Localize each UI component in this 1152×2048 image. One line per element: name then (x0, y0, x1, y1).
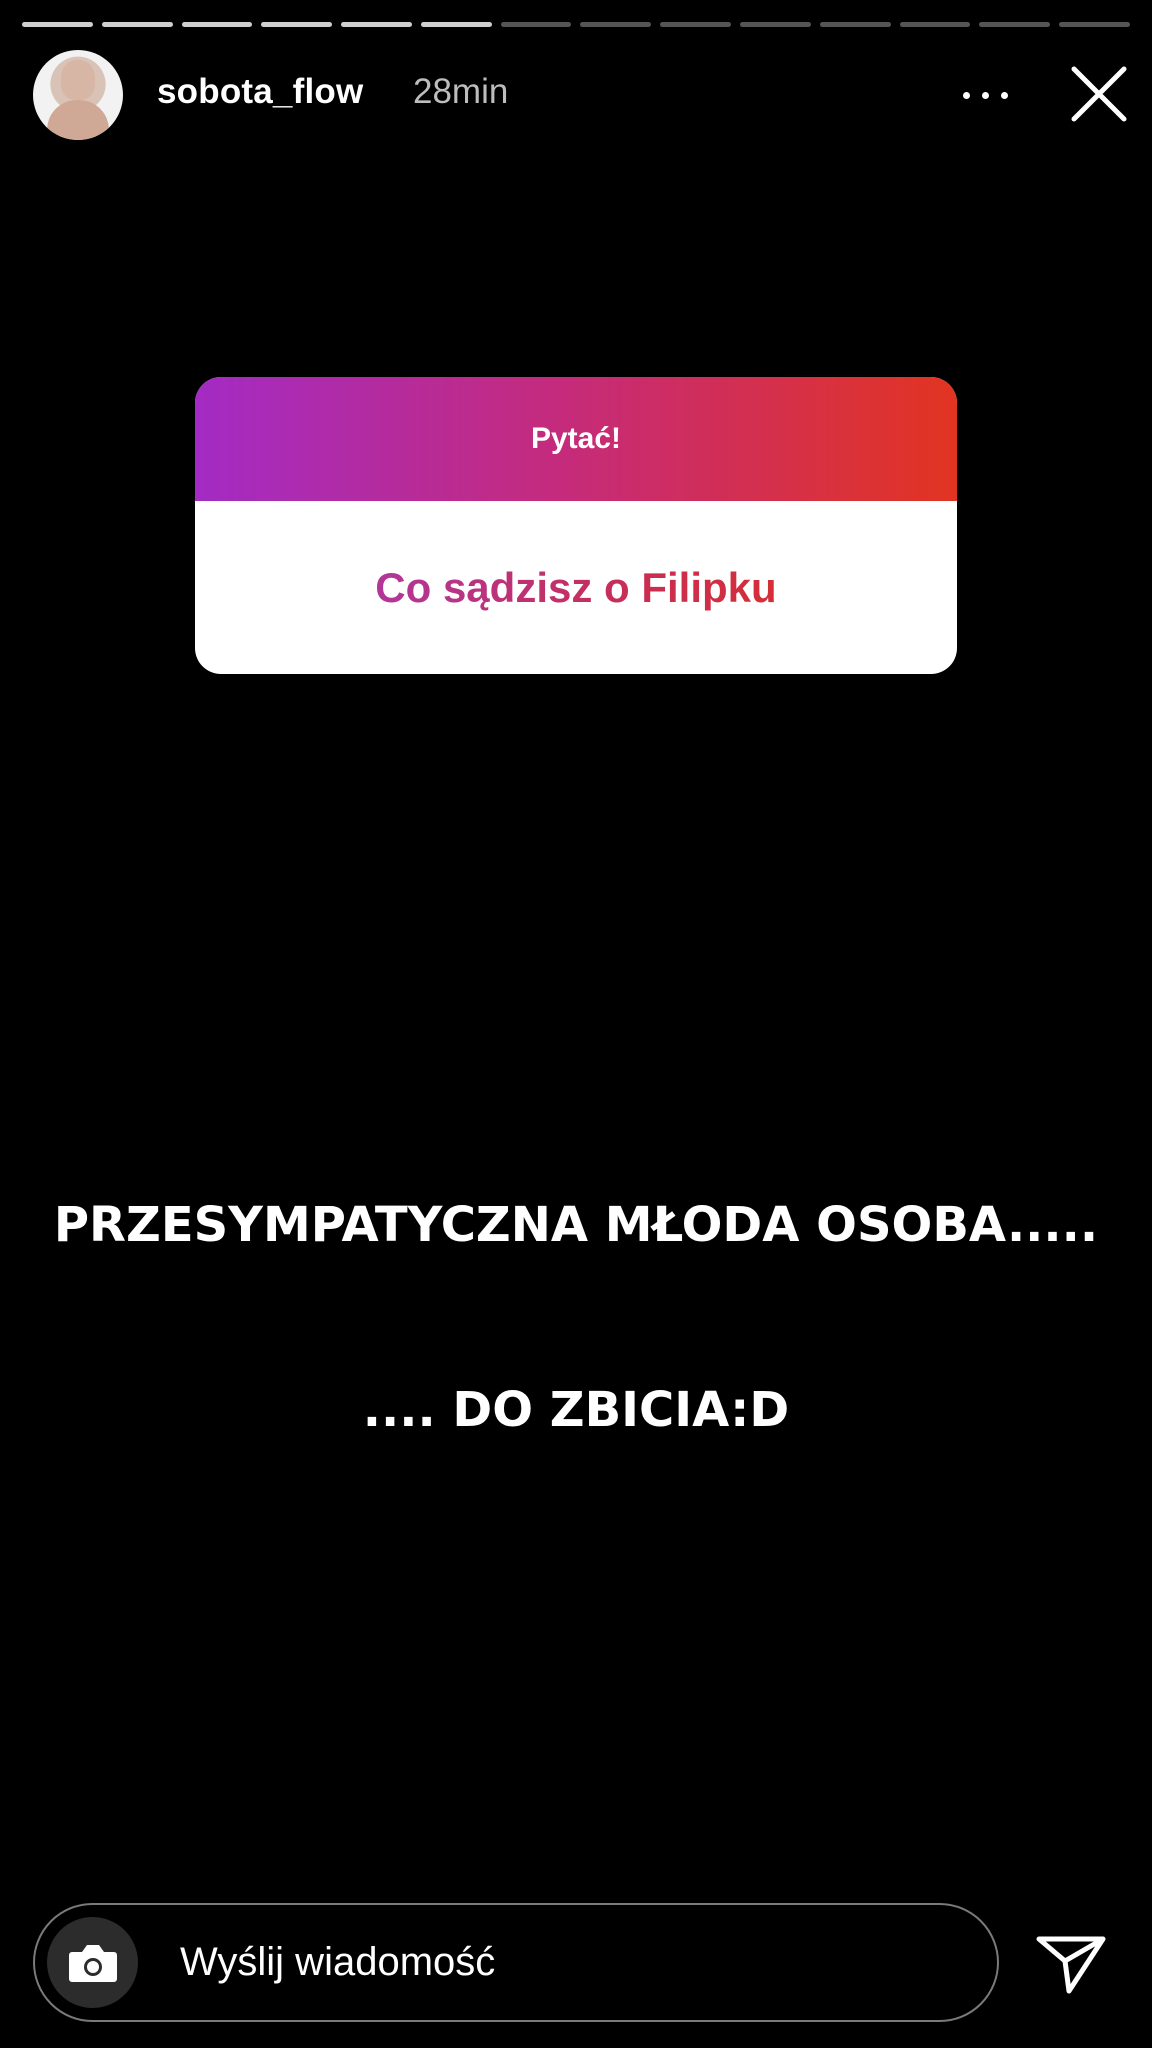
progress-segment (1059, 22, 1130, 27)
sticker-title: Pytać! (530, 422, 622, 455)
story-text-line-2: .... DO ZBICIA:D (362, 1382, 790, 1438)
progress-segment (420, 22, 492, 27)
progress-segment (181, 22, 253, 27)
progress-segment (101, 22, 173, 27)
sticker-question: Co sądzisz o Filipku (195, 501, 957, 674)
progress-segment (341, 22, 412, 27)
progress-segment (580, 22, 652, 27)
avatar[interactable] (33, 50, 123, 140)
username[interactable]: sobota_flow (157, 72, 363, 112)
message-input[interactable] (180, 1905, 940, 2020)
story-progress-bar (22, 22, 1130, 27)
progress-segment (660, 22, 732, 27)
message-bar (33, 1903, 999, 2022)
sticker-header: Pytać! (195, 377, 957, 501)
progress-segment (261, 22, 333, 27)
progress-segment (500, 22, 572, 27)
story-header: sobota_flow 28min (33, 50, 1128, 140)
progress-segment (899, 22, 971, 27)
story-text-line-1: PRZESYMPATYCZNA MŁODA OSOBA..... (53, 1197, 1099, 1253)
send-icon[interactable] (1035, 1933, 1107, 1995)
close-icon[interactable] (1070, 65, 1128, 123)
question-sticker[interactable]: Pytać! Co sądzisz o Filipku (195, 377, 957, 674)
progress-segment (979, 22, 1051, 27)
camera-button[interactable] (47, 1917, 138, 2008)
progress-segment (819, 22, 891, 27)
post-time: 28min (413, 72, 509, 111)
camera-icon (69, 1945, 117, 1982)
more-icon[interactable] (963, 88, 1011, 102)
progress-segment (22, 22, 93, 27)
progress-segment (740, 22, 811, 27)
